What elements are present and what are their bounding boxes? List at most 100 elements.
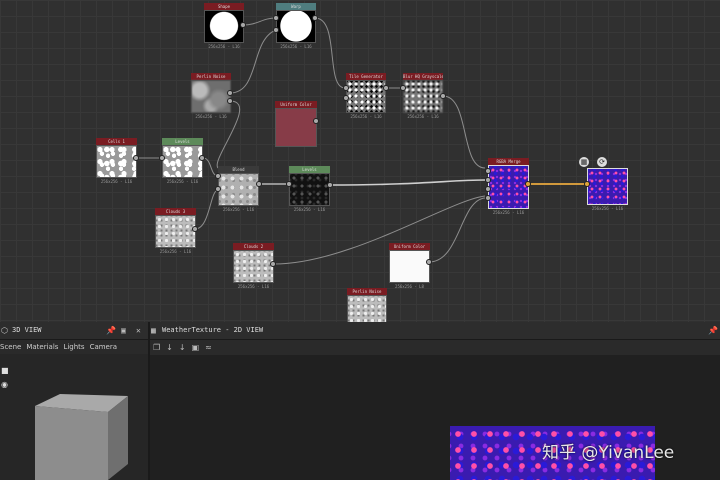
output-socket[interactable] [327, 182, 333, 188]
node-levels[interactable]: Levels 256x256 - L16 [162, 138, 203, 185]
node-perlin-noise[interactable]: Perlin Noise 256x256 - L16 [191, 73, 231, 120]
output-socket[interactable] [270, 261, 276, 267]
node-size-label: 256x256 - L16 [407, 114, 439, 119]
node-thumbnail [488, 165, 529, 209]
node-thumbnail [276, 10, 316, 43]
output-socket[interactable] [227, 90, 233, 96]
input-socket[interactable] [343, 85, 349, 91]
node-size-label: 256x256 - L16 [591, 206, 624, 211]
input-socket[interactable] [343, 95, 349, 101]
node-thumbnail [191, 80, 231, 113]
node-thumbnail [233, 250, 274, 283]
output-socket[interactable] [312, 15, 318, 21]
node-thumbnail [96, 145, 137, 178]
wave-icon[interactable]: ≈ [205, 343, 212, 352]
node-title: Cells 1 [96, 138, 137, 145]
node-title: Levels [289, 166, 330, 173]
maximize-icon[interactable]: ▣ [121, 322, 126, 339]
output-socket[interactable] [256, 181, 262, 187]
pin-icon[interactable]: 📌 [708, 322, 718, 339]
input-socket[interactable] [273, 15, 279, 21]
node-rgba-merge[interactable]: RGBA Merge 256x256 - L16 [488, 158, 529, 216]
input-socket[interactable] [400, 85, 406, 91]
close-icon[interactable]: ✕ [136, 322, 141, 339]
node-title: Levels [162, 138, 203, 145]
export-icon[interactable]: ↓ [179, 343, 186, 352]
menu-camera[interactable]: Camera [90, 343, 117, 351]
input-socket[interactable] [485, 168, 491, 174]
output-socket[interactable] [525, 181, 531, 187]
node-warp[interactable]: Warp 256x256 - L16 [276, 3, 316, 50]
node-size-label: 256x256 - L8 [395, 284, 424, 289]
input-socket[interactable] [215, 173, 221, 179]
panel-title: WeatherTexture - 2D VIEW [162, 326, 264, 334]
node-blur-hq-grayscale[interactable]: Blur HQ Grayscale 256x256 - L16 [403, 73, 443, 120]
node-thumbnail [155, 215, 196, 248]
node-title: Clouds 3 [155, 208, 196, 215]
input-socket[interactable] [215, 186, 221, 192]
node-thumbnail [587, 168, 628, 205]
pin-icon[interactable]: 📌 [106, 322, 116, 339]
output-socket[interactable] [440, 93, 446, 99]
copy-icon[interactable]: ❐ [153, 343, 160, 352]
light-icon[interactable]: ◉ [1, 380, 8, 389]
input-socket[interactable] [273, 27, 279, 33]
menu-materials[interactable]: Materials [26, 343, 58, 351]
3d-cube-preview[interactable] [30, 392, 130, 480]
input-socket[interactable] [485, 195, 491, 201]
node-uniform-color[interactable]: Uniform Color [275, 101, 317, 147]
output-socket[interactable] [192, 226, 198, 232]
output-socket[interactable] [199, 155, 205, 161]
input-socket[interactable] [584, 181, 590, 187]
node-graph-canvas[interactable]: Shape 256x256 - L16 Warp 256x256 - L16 P… [0, 0, 720, 322]
output-socket[interactable] [383, 85, 389, 91]
node-output[interactable]: 256x256 - L16 [587, 168, 628, 212]
wire [194, 189, 219, 230]
node-size-label: 256x256 - L16 [280, 44, 312, 49]
node-thumbnail [289, 173, 330, 206]
output-socket[interactable] [426, 259, 432, 265]
output-socket[interactable] [133, 155, 139, 161]
node-levels[interactable]: Levels 256x256 - L16 [289, 166, 330, 213]
node-thumbnail [347, 295, 387, 322]
node-blend[interactable]: Blend 256x256 - L16 [218, 166, 259, 213]
node-title: Uniform Color [389, 243, 430, 250]
cube-icon: ⬡ [1, 326, 8, 335]
node-size-label: 256x256 - L16 [222, 207, 255, 212]
node-clouds-2[interactable]: Clouds 2 256x256 - L16 [233, 243, 274, 290]
node-size-label: 256x256 - L16 [166, 179, 199, 184]
node-size-label: 256x256 - L16 [350, 114, 382, 119]
node-thumbnail [275, 108, 317, 147]
menu-lights[interactable]: Lights [63, 343, 84, 351]
node-title: Shape [204, 3, 244, 10]
checker-icon[interactable]: ▦ [579, 157, 589, 167]
menu-scene[interactable]: Scene [0, 343, 21, 351]
watermark-text: 知乎 @YivanLee [542, 443, 675, 463]
input-socket[interactable] [286, 181, 292, 187]
panel-3d-title-bar: ⬡ 3D VIEW 📌 ▣ ✕ [0, 322, 148, 340]
node-shape[interactable]: Shape 256x256 - L16 [204, 3, 244, 50]
input-socket[interactable] [159, 155, 165, 161]
input-socket[interactable] [485, 186, 491, 192]
checker-icon: ▦ [151, 326, 156, 335]
refresh-icon[interactable]: ⟳ [597, 157, 607, 167]
input-socket[interactable] [485, 177, 491, 183]
node-perlin-noise[interactable]: Perlin Noise [347, 288, 387, 322]
node-uniform-color[interactable]: Uniform Color 256x256 - L8 [389, 243, 430, 290]
node-clouds-3[interactable]: Clouds 3 256x256 - L16 [155, 208, 196, 255]
node-thumbnail [162, 145, 203, 178]
node-thumbnail [346, 80, 386, 113]
output-socket[interactable] [240, 22, 246, 28]
node-thumbnail [204, 10, 244, 43]
node-title: Blur HQ Grayscale [403, 73, 443, 80]
node-size-label: 256x256 - L16 [208, 44, 240, 49]
output-socket[interactable] [227, 98, 233, 104]
node-cells[interactable]: Cells 1 256x256 - L16 [96, 138, 137, 185]
node-title: Perlin Noise [347, 288, 387, 295]
node-tile-generator[interactable]: Tile Generator 256x256 - L16 [346, 73, 386, 120]
save-icon[interactable]: ↓ [166, 343, 173, 352]
channels-icon[interactable]: ▣ [192, 343, 200, 352]
camera-icon[interactable]: ■ [1, 366, 9, 375]
node-thumbnail [403, 80, 443, 113]
output-socket[interactable] [313, 118, 319, 124]
